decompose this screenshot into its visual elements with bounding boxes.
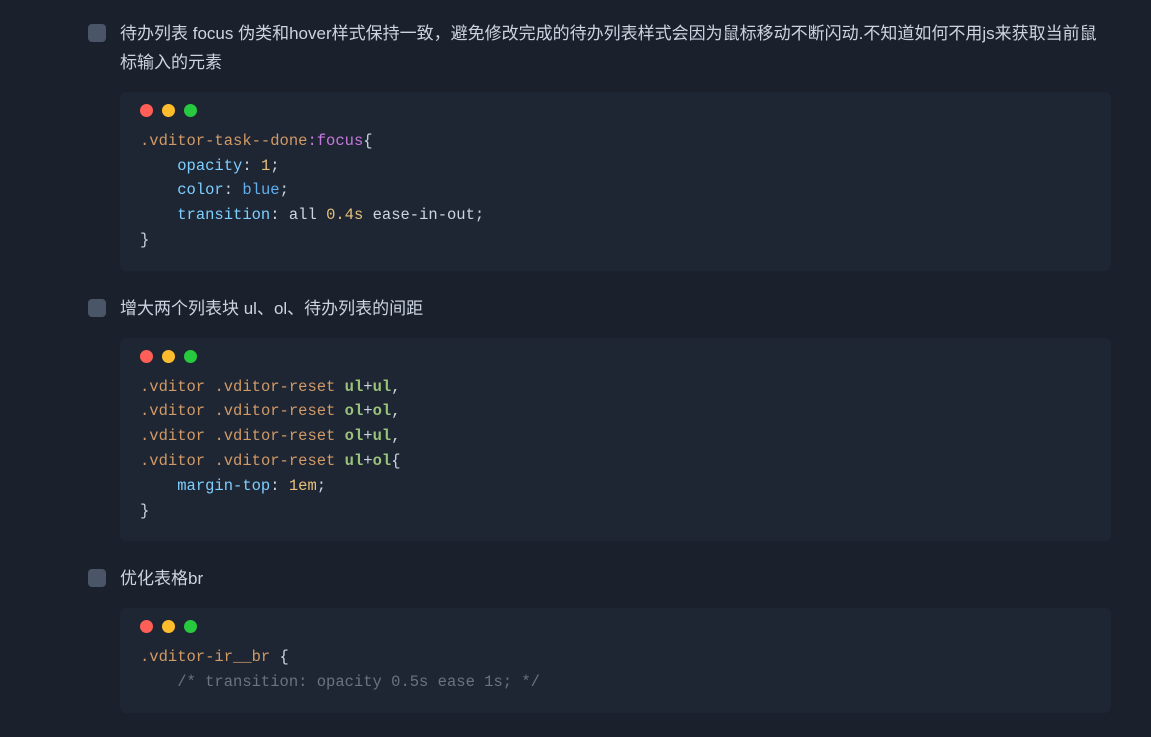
- code-content: .vditor-task--done:focus{ opacity: 1; co…: [140, 129, 1091, 253]
- task-checkbox[interactable]: [88, 569, 106, 587]
- task-text: 增大两个列表块 ul、ol、待办列表的间距: [120, 295, 423, 324]
- red-dot-icon: [140, 350, 153, 363]
- code-block: .vditor-task--done:focus{ opacity: 1; co…: [120, 92, 1111, 271]
- task-item: 待办列表 focus 伪类和hover样式保持一致，避免修改完成的待办列表样式会…: [40, 20, 1111, 78]
- task-item: 优化表格br: [40, 565, 1111, 594]
- task-text: 优化表格br: [120, 565, 203, 594]
- code-block: .vditor-ir__br { /* transition: opacity …: [120, 608, 1111, 713]
- code-content: .vditor-ir__br { /* transition: opacity …: [140, 645, 1091, 695]
- red-dot-icon: [140, 620, 153, 633]
- green-dot-icon: [184, 350, 197, 363]
- green-dot-icon: [184, 104, 197, 117]
- window-controls: [140, 104, 1091, 117]
- yellow-dot-icon: [162, 350, 175, 363]
- yellow-dot-icon: [162, 620, 175, 633]
- yellow-dot-icon: [162, 104, 175, 117]
- code-content: .vditor .vditor-reset ul+ul, .vditor .vd…: [140, 375, 1091, 524]
- red-dot-icon: [140, 104, 153, 117]
- green-dot-icon: [184, 620, 197, 633]
- task-checkbox[interactable]: [88, 299, 106, 317]
- code-block: .vditor .vditor-reset ul+ul, .vditor .vd…: [120, 338, 1111, 542]
- window-controls: [140, 350, 1091, 363]
- task-checkbox[interactable]: [88, 24, 106, 42]
- window-controls: [140, 620, 1091, 633]
- task-text: 待办列表 focus 伪类和hover样式保持一致，避免修改完成的待办列表样式会…: [120, 20, 1111, 78]
- task-item: 增大两个列表块 ul、ol、待办列表的间距: [40, 295, 1111, 324]
